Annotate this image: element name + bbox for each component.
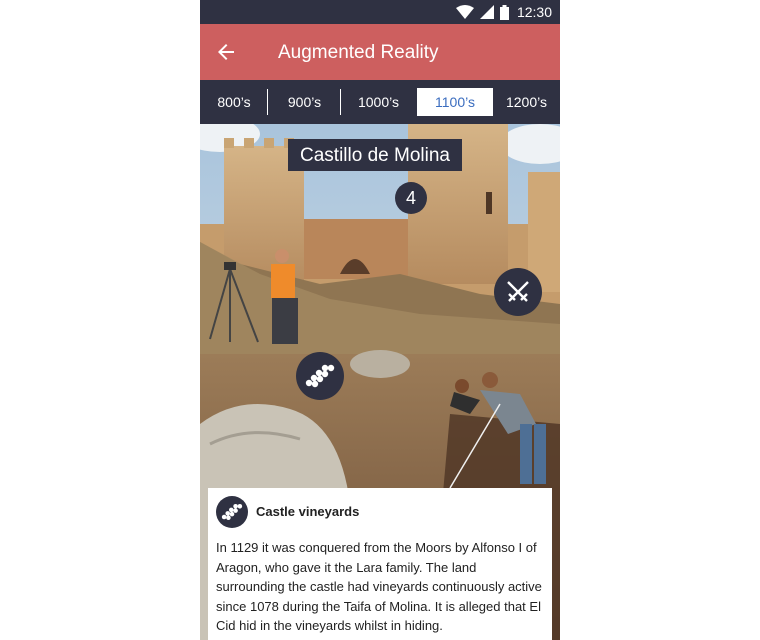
battery-icon — [499, 4, 509, 20]
era-tabs: 800’s 900’s 1000’s 1100’s 1200’s — [200, 80, 560, 124]
info-card-title: Castle vineyards — [256, 504, 360, 519]
app-bar: Augmented Reality — [200, 24, 560, 80]
status-time: 12:30 — [516, 4, 552, 20]
signal-icon — [479, 5, 494, 19]
tab-1100s[interactable]: 1100’s — [417, 88, 493, 116]
tab-800s[interactable]: 800’s — [200, 88, 268, 116]
ar-camera-view[interactable]: Castillo de Molina 4 Castle vineyards In… — [200, 124, 560, 640]
marker-count-badge[interactable]: 4 — [395, 182, 427, 214]
tab-1000s[interactable]: 1000’s — [341, 88, 416, 116]
wifi-icon — [455, 5, 474, 19]
location-label: Castillo de Molina — [288, 139, 462, 171]
tab-900s[interactable]: 900’s — [268, 88, 341, 116]
status-icons: 12:30 — [455, 0, 552, 24]
info-card-body: In 1129 it was conquered from the Moors … — [216, 540, 542, 633]
back-arrow-icon[interactable] — [214, 40, 238, 64]
swords-icon — [507, 281, 529, 302]
info-card[interactable]: Castle vineyards In 1129 it was conquere… — [208, 488, 552, 640]
grapes-icon — [305, 364, 335, 388]
tab-1200s[interactable]: 1200’s — [493, 88, 560, 116]
poi-vineyard-marker[interactable] — [296, 352, 344, 400]
page-title: Augmented Reality — [278, 42, 439, 63]
phone-screen: 12:30 Augmented Reality 800’s 900’s 1000… — [200, 0, 560, 640]
info-card-icon — [216, 496, 248, 528]
status-bar: 12:30 — [200, 0, 560, 24]
grapes-icon — [221, 504, 243, 520]
poi-battle-marker[interactable] — [494, 268, 542, 316]
